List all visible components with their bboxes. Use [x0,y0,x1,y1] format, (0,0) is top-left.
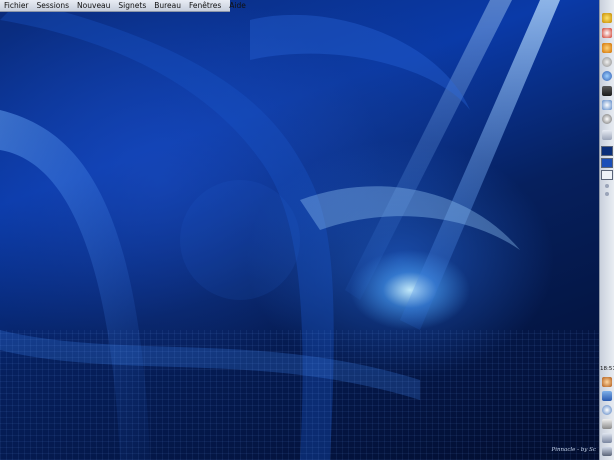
desktop-wallpaper: Pinnacle - by Sc [0,0,614,460]
clipboard-icon[interactable] [602,433,612,443]
printer-icon[interactable] [602,419,612,429]
wallpaper-credit: Pinnacle - by Sc [551,447,597,453]
menu-signets[interactable]: Signets [114,0,150,11]
user-icon[interactable] [602,377,612,387]
trash-icon[interactable] [602,114,612,124]
kde-icon[interactable] [602,13,612,23]
kmix-icon[interactable] [602,447,612,456]
menu-aide[interactable]: Aide [225,0,250,11]
menu-sessions[interactable]: Sessions [33,0,74,11]
browser-icon[interactable] [602,28,612,38]
network-icon[interactable] [602,57,612,67]
menu-fichier[interactable]: Fichier [0,0,33,11]
scroll-dot-icon [605,184,609,188]
desktop-pager-2[interactable] [601,158,613,168]
desktop-pager-3[interactable] [601,170,613,180]
monitor-icon[interactable] [602,391,612,401]
home-icon[interactable] [602,100,612,110]
terminal-icon[interactable] [602,86,612,96]
menu-bureau[interactable]: Bureau [150,0,185,11]
globe-icon[interactable] [602,71,612,81]
scroll-dot-icon [605,192,609,196]
menu-nouveau[interactable]: Nouveau [73,0,114,11]
desktop-menubar: Fichier Sessions Nouveau Signets Bureau … [0,0,246,12]
desktop-pager-1[interactable] [601,146,613,156]
menu-fenetres[interactable]: Fenêtres [185,0,225,11]
warning-icon[interactable] [602,43,612,53]
wallpaper-grid [0,330,600,460]
kicker-panel: 18:51 [599,0,614,460]
speaker-icon[interactable] [602,405,612,415]
clock[interactable]: 18:51 [600,366,614,372]
launcher-icon[interactable] [602,130,612,140]
